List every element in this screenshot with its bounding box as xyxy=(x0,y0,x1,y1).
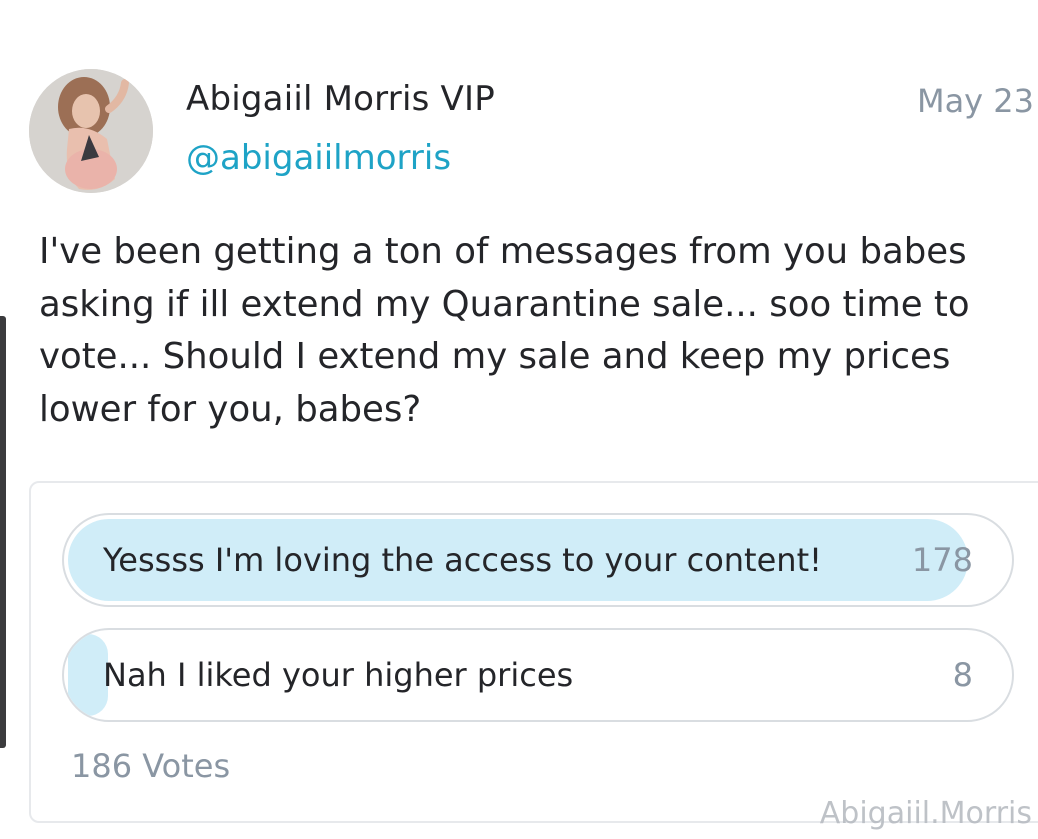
author-avatar[interactable] xyxy=(29,69,153,193)
author-display-name[interactable]: Abigaiil Morris VIP xyxy=(186,79,495,119)
poll-option-no[interactable]: Nah I liked your higher prices 8 xyxy=(62,628,1014,722)
poll-total-votes: 186 Votes xyxy=(71,747,231,785)
post-date[interactable]: May 23 xyxy=(917,82,1034,120)
poll-result-bar xyxy=(68,634,108,716)
author-username-link[interactable]: @abigaiilmorris xyxy=(186,138,451,178)
poll-option-count: 178 xyxy=(911,541,973,579)
poll-option-label: Yessss I'm loving the access to your con… xyxy=(103,541,822,579)
poll-card: Yessss I'm loving the access to your con… xyxy=(29,481,1038,823)
poll-option-yes[interactable]: Yessss I'm loving the access to your con… xyxy=(62,513,1014,607)
watermark-text: Abigaiil.Morris xyxy=(819,796,1032,831)
poll-option-count: 8 xyxy=(952,656,973,694)
post-body-text: I've been getting a ton of messages from… xyxy=(39,231,970,430)
avatar-photo-icon xyxy=(29,69,153,193)
scroll-indicator[interactable] xyxy=(0,316,6,748)
poll-option-label: Nah I liked your higher prices xyxy=(103,656,574,694)
